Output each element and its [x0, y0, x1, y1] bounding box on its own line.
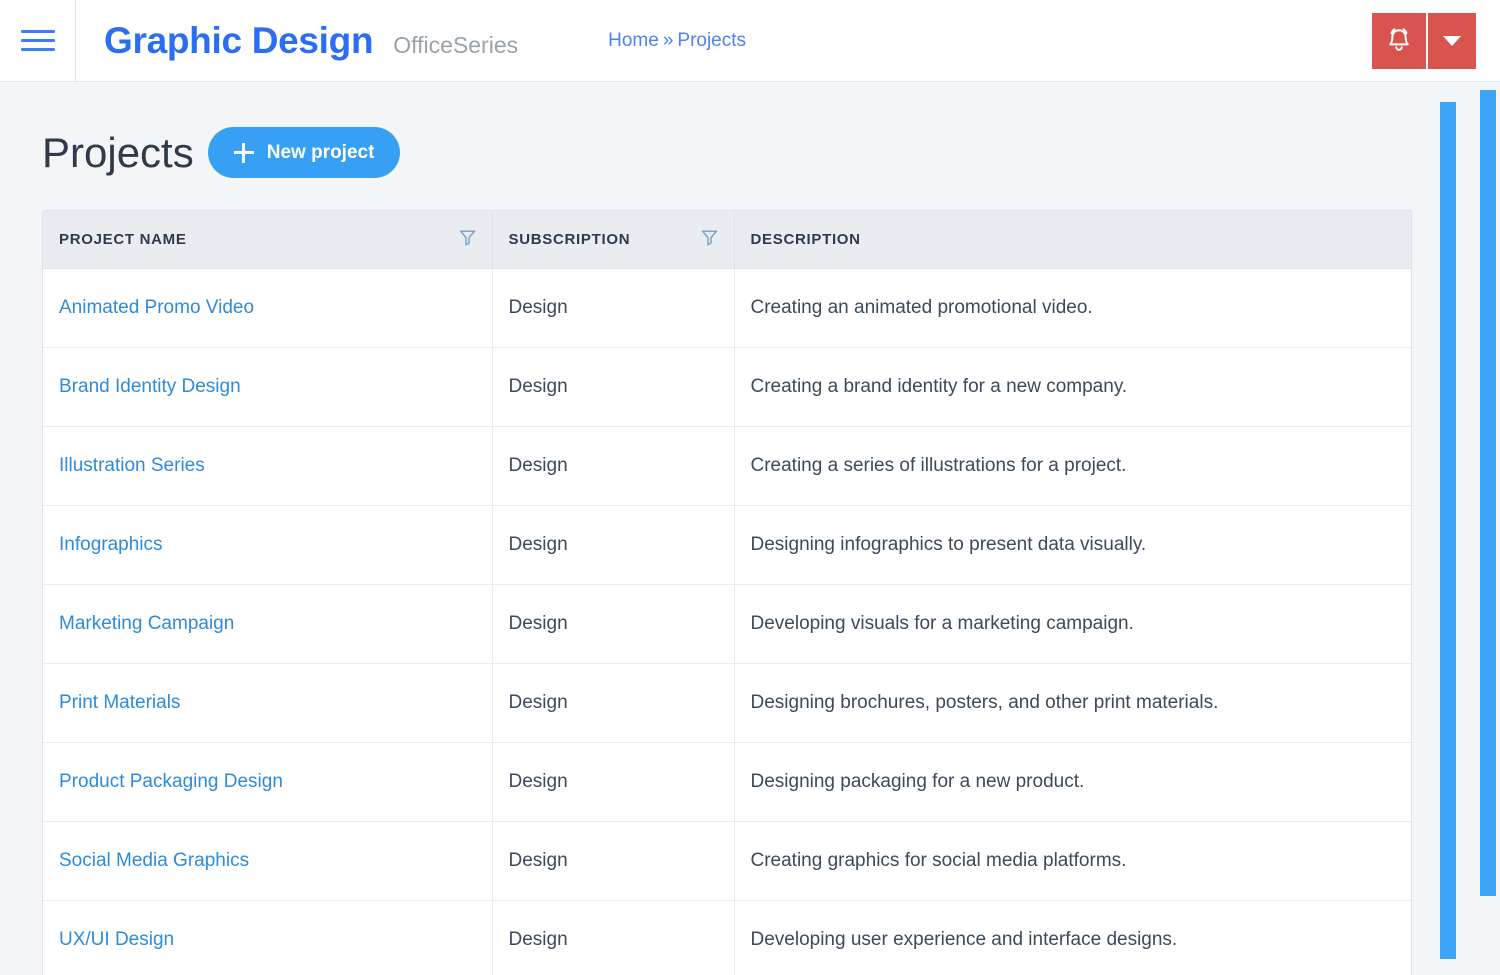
- brand-subtitle: OfficeSeries: [393, 31, 519, 58]
- page-header: Projects New project: [0, 82, 1434, 178]
- cell-subscription: Design: [492, 742, 735, 822]
- table-row: Brand Identity Design Design Creating a br…: [43, 347, 1411, 427]
- column-header-label: SUBSCRIPTION: [508, 231, 631, 248]
- column-header-description[interactable]: DESCRIPTION: [734, 211, 1411, 269]
- breadcrumb-separator-icon: »: [662, 29, 674, 51]
- table-row: Animated Promo Video Design Creating an an…: [43, 268, 1411, 348]
- table-row: Print Materials Design Designing brochures…: [43, 663, 1411, 743]
- cell-subscription: Design: [492, 584, 735, 664]
- column-header-label: PROJECT NAME: [59, 231, 187, 248]
- table-row: Social Media Graphics Design Creating grap…: [43, 821, 1411, 901]
- table-row: Marketing Campaign Design Developing visua…: [43, 584, 1411, 664]
- project-link[interactable]: Print Materials: [59, 692, 180, 713]
- cell-subscription: Design: [492, 268, 735, 348]
- cell-project-name: UX/UI Design: [43, 900, 493, 975]
- project-link[interactable]: Social Media Graphics: [59, 850, 249, 871]
- alerts-button[interactable]: [1372, 13, 1428, 69]
- project-link[interactable]: Illustration Series: [59, 455, 205, 476]
- project-link[interactable]: Infographics: [59, 534, 163, 555]
- cell-description: Designing brochures, posters, and other …: [734, 663, 1411, 743]
- cell-project-name: Print Materials: [43, 663, 493, 743]
- table-row: Illustration Series Design Creating a seri…: [43, 426, 1411, 506]
- cell-project-name: Brand Identity Design: [43, 347, 493, 427]
- hamburger-bar: [20, 30, 55, 33]
- cell-description: Developing visuals for a marketing campa…: [734, 584, 1411, 664]
- project-link[interactable]: UX/UI Design: [59, 929, 174, 950]
- project-link[interactable]: Animated Promo Video: [59, 297, 254, 318]
- hamburger-bar: [20, 39, 55, 42]
- table-row: Infographics Design Designing infographics…: [43, 505, 1411, 585]
- cell-description: Creating a brand identity for a new comp…: [734, 347, 1411, 427]
- project-link[interactable]: Marketing Campaign: [59, 613, 234, 634]
- user-dropdown-button[interactable]: [1428, 13, 1476, 69]
- hamburger-menu-icon[interactable]: [0, 0, 76, 81]
- table-head: PROJECT NAME SUBSCRIPTION DESCRIPTION: [43, 211, 1411, 269]
- brand-title: Graphic Design: [104, 19, 374, 61]
- page-vertical-scrollbar[interactable]: [1480, 90, 1496, 896]
- cell-subscription: Design: [492, 505, 735, 585]
- cell-description: Creating an animated promotional video.: [734, 268, 1411, 348]
- table-header-row: PROJECT NAME SUBSCRIPTION DESCRIPTION: [43, 211, 1411, 269]
- breadcrumb-item-projects[interactable]: Projects: [677, 30, 746, 52]
- cell-subscription: Design: [492, 663, 735, 743]
- cell-description: Creating graphics for social media platf…: [734, 821, 1411, 901]
- cell-subscription: Design: [492, 900, 735, 975]
- cell-project-name: Infographics: [43, 505, 493, 585]
- filter-funnel-icon[interactable]: [701, 229, 718, 250]
- column-header-subscription[interactable]: SUBSCRIPTION: [492, 211, 735, 269]
- cell-subscription: Design: [492, 347, 735, 427]
- cell-description: Designing infographics to present data v…: [734, 505, 1411, 585]
- navbar-actions: [1372, 13, 1476, 69]
- table-body: Animated Promo Video Design Creating an an…: [43, 268, 1411, 975]
- cell-project-name: Illustration Series: [43, 426, 493, 506]
- project-link[interactable]: Product Packaging Design: [59, 771, 283, 792]
- brand: Graphic Design OfficeSeries: [104, 20, 518, 62]
- page-title: Projects: [42, 128, 194, 176]
- cell-project-name: Product Packaging Design: [43, 742, 493, 822]
- page-content: Projects New project PROJECT NAME SUBSCR…: [0, 82, 1434, 975]
- new-project-button-label: New project: [266, 141, 375, 163]
- table-row: Product Packaging Design Design Designing …: [43, 742, 1411, 822]
- projects-table-container: PROJECT NAME SUBSCRIPTION DESCRIPTION An…: [42, 210, 1412, 975]
- cell-project-name: Animated Promo Video: [43, 268, 493, 348]
- project-link[interactable]: Brand Identity Design: [59, 376, 241, 397]
- table-row: UX/UI Design Design Developing user experi…: [43, 900, 1411, 975]
- projects-table: PROJECT NAME SUBSCRIPTION DESCRIPTION An…: [43, 211, 1411, 975]
- content-vertical-scrollbar[interactable]: [1440, 102, 1456, 959]
- plus-icon: [233, 142, 254, 163]
- new-project-button[interactable]: New project: [207, 127, 401, 178]
- cell-description: Creating a series of illustrations for a…: [734, 426, 1411, 506]
- breadcrumb-item-home[interactable]: Home: [608, 30, 659, 52]
- cell-subscription: Design: [492, 426, 735, 506]
- cell-description: Designing packaging for a new product.: [734, 742, 1411, 822]
- column-header-project-name[interactable]: PROJECT NAME: [43, 211, 493, 269]
- chevron-down-icon: [1443, 36, 1461, 46]
- column-header-label: DESCRIPTION: [750, 231, 861, 248]
- cell-project-name: Social Media Graphics: [43, 821, 493, 901]
- bell-icon: [1386, 26, 1412, 57]
- cell-description: Developing user experience and interface…: [734, 900, 1411, 975]
- hamburger-bar: [20, 48, 55, 51]
- filter-funnel-icon[interactable]: [459, 229, 476, 250]
- top-navbar: Graphic Design OfficeSeries Home » Proje…: [0, 0, 1500, 82]
- cell-project-name: Marketing Campaign: [43, 584, 493, 664]
- breadcrumb: Home » Projects: [608, 30, 746, 52]
- cell-subscription: Design: [492, 821, 735, 901]
